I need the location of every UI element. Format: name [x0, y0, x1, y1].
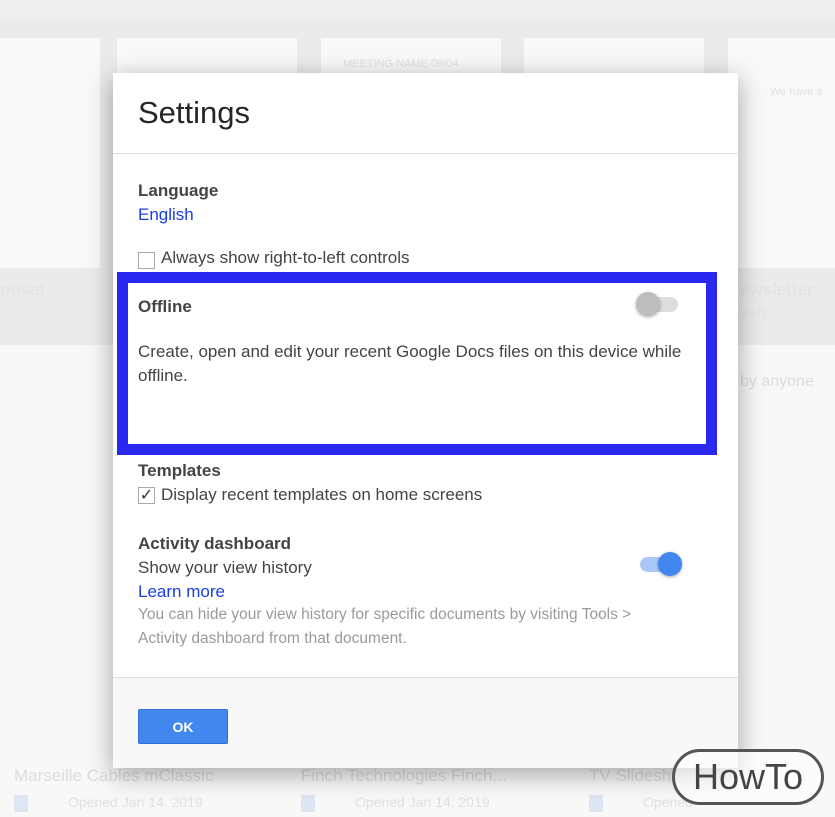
offline-description: Create, open and edit your recent Google…	[138, 342, 682, 385]
language-link[interactable]: English	[138, 205, 194, 225]
rtl-label: Always show right-to-left controls	[161, 248, 410, 267]
learn-more-link[interactable]: Learn more	[138, 582, 225, 602]
howto-watermark-logo: HowTo	[672, 749, 824, 805]
template-card[interactable]: We have a	[728, 38, 835, 268]
template-card[interactable]	[0, 38, 100, 268]
doc-meta: Opened Jan 14, 2019	[68, 794, 203, 810]
offline-toggle[interactable]	[636, 292, 682, 316]
thumb-text: MEETING NAME 09/04	[343, 58, 459, 70]
offline-label: Offline	[138, 297, 192, 316]
activity-option: Show your view history	[138, 558, 312, 577]
owner-filter[interactable]: by anyone	[740, 373, 814, 391]
card-title: posal	[0, 280, 45, 299]
doc-title[interactable]: TV Slidesh...	[589, 766, 685, 786]
doc-title[interactable]: Finch Technologies Finch...	[301, 766, 507, 786]
doc-meta: Opened Jan 14, 2019	[355, 794, 490, 810]
dialog-title: Settings	[138, 95, 251, 130]
card-subtitle: vely	[740, 305, 769, 322]
activity-toggle[interactable]	[636, 552, 682, 576]
templates-checkbox[interactable]: ✓	[138, 487, 155, 504]
card-title: ewsletter	[740, 280, 814, 299]
dialog-footer: OK	[113, 677, 738, 768]
settings-dialog: Settings Language English Always show ri…	[113, 73, 738, 768]
templates-option: Display recent templates on home screens	[161, 485, 483, 504]
watermark-text: HowTo	[692, 756, 804, 797]
rtl-checkbox[interactable]	[138, 252, 155, 269]
ok-button[interactable]: OK	[138, 709, 228, 744]
doc-icon	[589, 795, 603, 812]
templates-label: Templates	[138, 461, 221, 480]
doc-icon	[14, 795, 28, 812]
doc-title[interactable]: Marseille Cables mClassic	[14, 766, 213, 786]
thumb-text: We have a	[770, 86, 823, 98]
activity-label: Activity dashboard	[138, 534, 292, 553]
activity-hint: You can hide your view history for speci…	[138, 606, 632, 647]
language-label: Language	[138, 181, 219, 200]
doc-icon	[301, 795, 315, 812]
divider	[113, 153, 738, 154]
